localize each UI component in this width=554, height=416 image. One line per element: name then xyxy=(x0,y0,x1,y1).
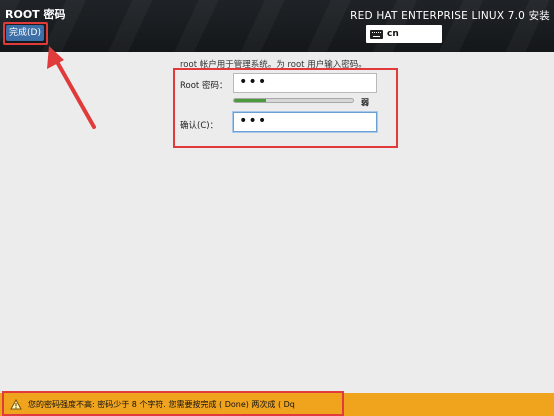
warning-message-annotation xyxy=(2,391,344,416)
password-form-annotation xyxy=(173,68,398,148)
